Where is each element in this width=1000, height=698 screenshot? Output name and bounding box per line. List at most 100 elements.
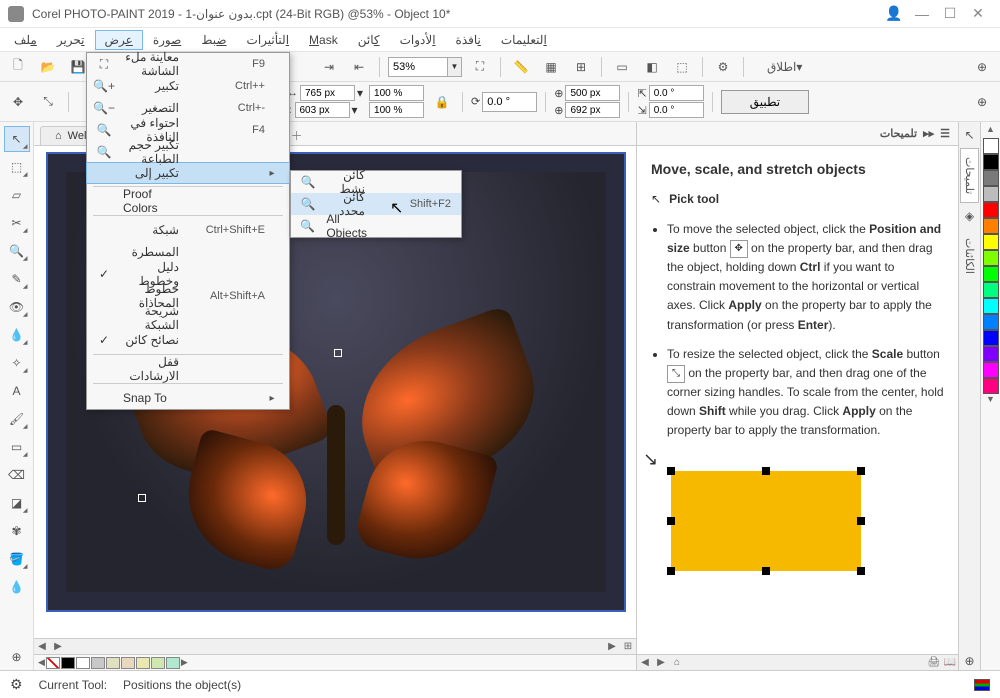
launch-button[interactable]: اطلاق ▾	[756, 55, 813, 79]
eraser-tool[interactable]: ⌫	[4, 462, 30, 488]
palette-swatch[interactable]	[983, 330, 999, 346]
scrollbar-horizontal[interactable]: ◀ ▶ ▶ ⊞	[34, 638, 636, 654]
palette-swatch[interactable]	[983, 202, 999, 218]
import-button[interactable]: ⇥	[317, 55, 341, 79]
options-button[interactable]: ⚙	[711, 55, 735, 79]
hints-help-icon[interactable]: 📖	[942, 657, 958, 668]
menu-item[interactable]: ✓نصائح كائن	[87, 329, 289, 351]
quick-custom-button[interactable]: ⊕	[961, 652, 979, 670]
menu-ضبط[interactable]: ضبط	[191, 30, 236, 50]
sidetab-objects[interactable]: الكائنات	[960, 229, 979, 283]
doc-palette-swatch[interactable]	[61, 657, 75, 669]
zoom-tool[interactable]: 🔍◢	[4, 238, 30, 264]
menu-item[interactable]: شريحة الشبكة	[87, 307, 289, 329]
minimize-button[interactable]: —	[908, 2, 936, 26]
ref-h-input[interactable]	[565, 102, 620, 118]
palette-up-icon[interactable]: ▲	[986, 124, 995, 138]
spinner-icon[interactable]: ▾	[357, 86, 363, 100]
user-icon[interactable]: 👤	[880, 2, 908, 26]
selection-handle[interactable]	[334, 349, 342, 357]
menu-التأثيرات[interactable]: التأثيرات	[237, 30, 300, 50]
skew-x-input[interactable]	[649, 85, 704, 101]
panel-close-icon[interactable]: ☰	[940, 127, 950, 140]
palette-down-icon[interactable]: ▼	[986, 394, 995, 408]
position-mode-button[interactable]: ✥	[6, 90, 30, 114]
mask-button[interactable]: ▭	[610, 55, 634, 79]
new-button[interactable]: 🗋	[6, 55, 30, 79]
palette-swatch[interactable]	[983, 346, 999, 362]
pick-tool[interactable]: ↖◢	[4, 126, 30, 152]
open-button[interactable]: 📂	[36, 55, 60, 79]
clip-button[interactable]: ◧	[640, 55, 664, 79]
palette-swatch[interactable]	[983, 266, 999, 282]
fill-tool[interactable]: 🪣◢	[4, 546, 30, 572]
menu-item[interactable]: Snap To▸	[87, 387, 289, 409]
quick-custom-button[interactable]: ⊕	[970, 55, 994, 79]
page-next-icon[interactable]: ▶	[50, 641, 66, 652]
width-input[interactable]	[300, 85, 355, 101]
menu-item[interactable]: 🔍+تكبيرCtrl++	[87, 75, 289, 97]
paint-tool[interactable]: 🖌◢	[4, 406, 30, 432]
crop-tool[interactable]: ✂◢	[4, 210, 30, 236]
scroll-right-icon[interactable]: ▶	[604, 641, 620, 652]
dropdown-arrow-icon[interactable]: ▼	[448, 57, 462, 77]
scale-y-input[interactable]	[369, 102, 424, 118]
marquee-button[interactable]: ⬚	[670, 55, 694, 79]
doc-palette-swatch[interactable]	[166, 657, 180, 669]
effect-tool[interactable]: ✧◢	[4, 350, 30, 376]
apply-button[interactable]: تطبيق	[721, 90, 809, 114]
menu-item[interactable]: تكبير إلى▸	[86, 162, 290, 184]
hints-back-icon[interactable]: ◀	[637, 657, 653, 668]
hints-fwd-icon[interactable]: ▶	[653, 657, 669, 668]
zoom-input[interactable]	[388, 57, 448, 77]
hints-print-icon[interactable]: 🖨	[926, 657, 942, 668]
rectangle-tool[interactable]: ▭◢	[4, 434, 30, 460]
view-menu-dropdown[interactable]: ⛶معاينة ملء الشاشةF9🔍+تكبيرCtrl++🔍−التصغ…	[86, 52, 290, 410]
menu-الأدوات[interactable]: الأدوات	[390, 30, 446, 50]
palette-swatch[interactable]	[983, 250, 999, 266]
scale-x-input[interactable]	[369, 85, 424, 101]
palette-swatch[interactable]	[983, 186, 999, 202]
palette-swatch[interactable]	[983, 378, 999, 394]
eyedropper-tool[interactable]: 💧	[4, 574, 30, 600]
fullscreen-button[interactable]: ⛶	[468, 55, 492, 79]
launch-combo[interactable]: اطلاق ▾	[756, 55, 813, 79]
menu-item[interactable]: شبكةCtrl+Shift+E	[87, 219, 289, 241]
red-eye-tool[interactable]: 👁◢	[4, 294, 30, 320]
menu-item[interactable]: 🔍تكبير حجم الطباعة	[87, 141, 289, 163]
menu-ملف[interactable]: ملف	[4, 30, 47, 50]
palette-swatch[interactable]	[983, 138, 999, 154]
grid-button[interactable]: ▦	[539, 55, 563, 79]
palette-right-icon[interactable]: ▶	[181, 657, 188, 668]
quick-custom-button[interactable]: ⊕	[4, 644, 30, 670]
liquid-tool[interactable]: 💧◢	[4, 322, 30, 348]
height-input[interactable]	[295, 102, 350, 118]
spray-tool[interactable]: ✾	[4, 518, 30, 544]
menu-item[interactable]: ⛶معاينة ملء الشاشةF9	[87, 53, 289, 75]
doc-palette-swatch[interactable]	[76, 657, 90, 669]
lock-ratio-button[interactable]: 🔒	[430, 90, 454, 114]
clone-tool[interactable]: ✎◢	[4, 266, 30, 292]
no-color-swatch[interactable]	[46, 657, 60, 669]
submenu-item[interactable]: 🔍كائن محددShift+F2	[291, 193, 461, 215]
close-button[interactable]: ✕	[964, 2, 992, 26]
ref-w-input[interactable]	[565, 85, 620, 101]
shadow-tool[interactable]: ◪◢	[4, 490, 30, 516]
palette-swatch[interactable]	[983, 314, 999, 330]
doc-palette-swatch[interactable]	[106, 657, 120, 669]
text-tool[interactable]: A	[4, 378, 30, 404]
transform-mask-tool[interactable]: ▱	[4, 182, 30, 208]
menu-نافذة[interactable]: نافذة	[446, 30, 491, 50]
doc-palette-swatch[interactable]	[151, 657, 165, 669]
rulers-button[interactable]: 📏	[509, 55, 533, 79]
spinner-icon[interactable]: ▾	[352, 103, 358, 117]
palette-swatch[interactable]	[983, 282, 999, 298]
nav-icon[interactable]: ⊞	[620, 641, 636, 652]
palette-left-icon[interactable]: ◀	[38, 657, 45, 668]
rect-mask-tool[interactable]: ⬚◢	[4, 154, 30, 180]
palette-swatch[interactable]	[983, 234, 999, 250]
doc-palette-swatch[interactable]	[121, 657, 135, 669]
panel-menu-icon[interactable]: ▸▸	[923, 127, 934, 140]
menu-كائن[interactable]: كائن	[348, 30, 390, 50]
menu-التعليمات[interactable]: التعليمات	[491, 30, 557, 50]
